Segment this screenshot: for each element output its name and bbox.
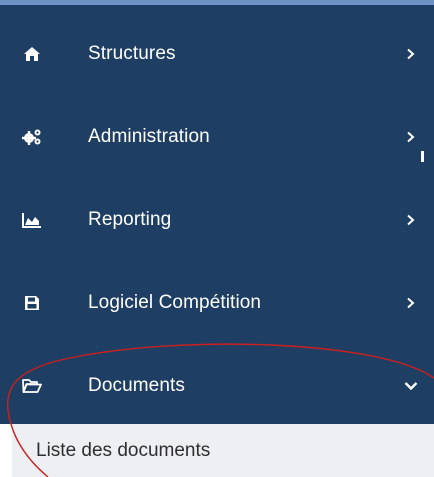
menu-item-label: Reporting	[88, 209, 172, 230]
menu-item-label: Administration	[88, 126, 210, 147]
chevron-right-icon	[404, 130, 418, 144]
floppy-disk-icon	[22, 293, 42, 313]
menu-item-label: Logiciel Compétition	[88, 292, 262, 313]
menu-item-documents[interactable]: Documents	[0, 351, 434, 421]
chevron-right-icon	[404, 213, 418, 227]
chevron-right-icon	[404, 296, 418, 310]
area-chart-icon	[22, 210, 42, 230]
menu-item-logiciel-competition[interactable]: Logiciel Compétition	[0, 268, 434, 338]
home-icon	[22, 44, 42, 64]
chevron-down-icon	[404, 379, 418, 393]
menu-item-label: Structures	[88, 43, 176, 64]
menu-item-administration[interactable]: Administration	[0, 102, 434, 172]
menu-item-structures[interactable]: Structures	[0, 19, 434, 89]
chevron-right-icon	[404, 47, 418, 61]
menu-item-label: Documents	[88, 375, 185, 396]
sidebar-menu: Structures Administration Reporting Logi…	[0, 0, 434, 424]
folder-open-icon	[22, 376, 42, 396]
submenu-item-liste-des-documents[interactable]: Liste des documents	[12, 424, 434, 477]
gears-icon	[22, 127, 42, 147]
page: Structures Administration Reporting Logi…	[0, 0, 434, 477]
mouse-cursor-mark	[421, 151, 424, 162]
menu-item-reporting[interactable]: Reporting	[0, 185, 434, 255]
submenu-item-label: Liste des documents	[36, 439, 211, 461]
